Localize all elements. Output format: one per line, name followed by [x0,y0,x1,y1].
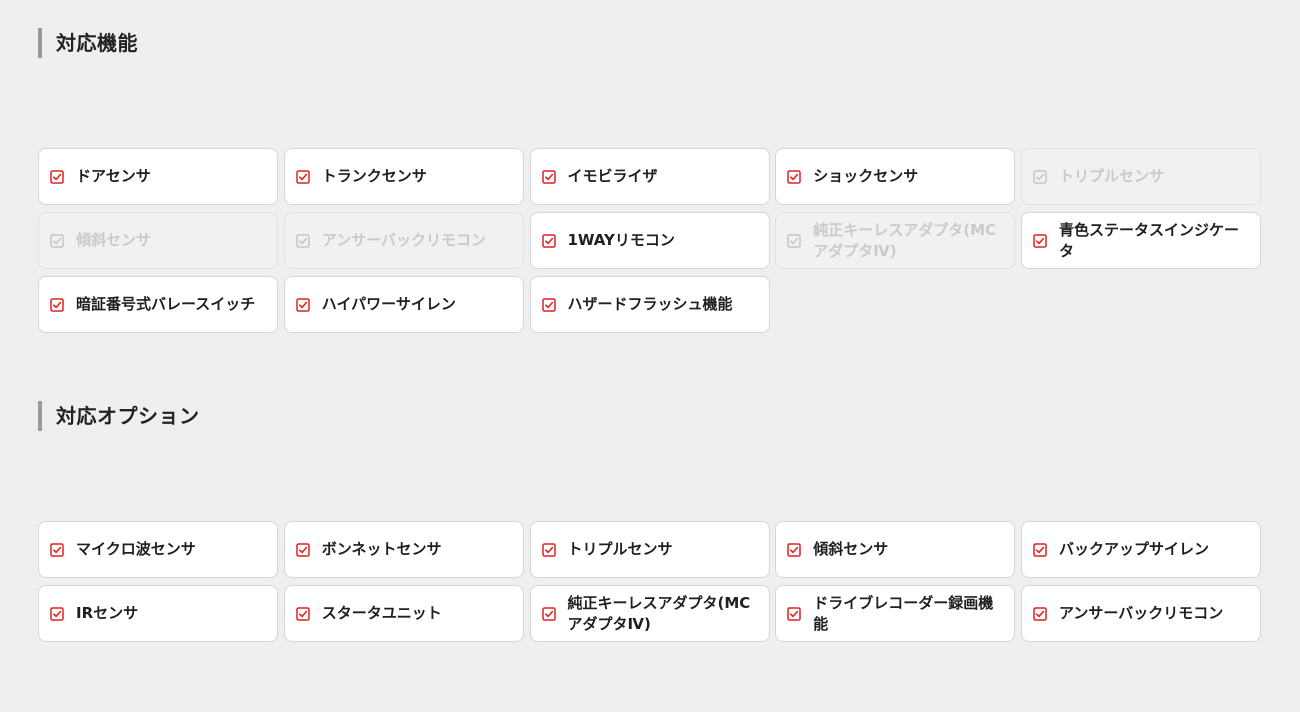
checkbox-icon [296,233,310,248]
feature-label: トランクセンサ [321,167,427,185]
feature-item: アンサーバックリモコン [283,212,524,269]
checkbox-icon [787,233,801,248]
options-grid: マイクロ波センサ ボンネットセンサ トリプルセンサ 傾斜センサ バックアップサイレン IR… [38,521,1261,642]
feature-label: アンサーバックリモコン [1059,604,1224,622]
checkbox-icon [1033,169,1047,184]
feature-label: ボンネットセンサ [321,540,442,558]
feature-label: 暗証番号式バレースイッチ [76,295,256,313]
checkbox-icon[interactable] [296,169,310,184]
feature-label: 1WAYリモコン [567,231,675,249]
section-title-features: 対応機能 [38,28,138,58]
feature-item: トリプルセンサ [1021,148,1261,205]
checkbox-icon[interactable] [1033,606,1047,621]
feature-item: 純正キーレスアダプタ(MCアダプタⅣ) [775,212,1016,269]
feature-label: バックアップサイレン [1059,540,1210,558]
checkbox-icon[interactable] [787,542,801,557]
feature-item[interactable]: トランクセンサ [283,148,524,205]
checkbox-icon[interactable] [50,606,64,621]
checkbox-icon [50,233,64,248]
feature-label: ハザードフラッシュ機能 [567,295,733,313]
checkbox-icon[interactable] [787,169,801,184]
feature-label: 傾斜センサ [813,540,889,558]
feature-label: スタータユニット [321,604,442,622]
feature-item[interactable]: 青色ステータスインジケータ [1021,212,1261,269]
feature-item[interactable]: ドアセンサ [38,148,278,205]
feature-item[interactable]: イモビライザ [529,148,770,205]
feature-item[interactable]: 傾斜センサ [775,521,1016,578]
feature-item[interactable]: スタータユニット [283,585,524,642]
checkbox-icon[interactable] [541,606,556,621]
feature-item[interactable]: ハイパワーサイレン [283,276,524,333]
feature-label: IRセンサ [76,604,139,622]
feature-item[interactable]: バックアップサイレン [1021,521,1261,578]
section-title-options: 対応オプション [38,401,200,431]
feature-item[interactable]: ハザードフラッシュ機能 [529,276,770,333]
feature-label: ショックセンサ [813,167,919,185]
checkbox-icon[interactable] [296,606,310,621]
checkbox-icon[interactable] [296,542,310,557]
feature-label: ドライブレコーダー録画機能 [813,593,994,633]
checkbox-icon[interactable] [50,297,64,312]
features-grid: ドアセンサ トランクセンサ イモビライザ ショックセンサ トリプルセンサ傾斜センサ アンサ… [38,148,1261,333]
checkbox-icon[interactable] [787,606,801,621]
checkbox-icon[interactable] [541,169,556,184]
feature-label: ハイパワーサイレン [321,295,456,313]
feature-item[interactable]: ショックセンサ [775,148,1016,205]
feature-item[interactable]: トリプルセンサ [529,521,770,578]
feature-item[interactable]: 純正キーレスアダプタ(MCアダプタⅣ) [529,585,770,642]
checkbox-icon[interactable] [1033,233,1047,248]
feature-label: アンサーバックリモコン [321,231,487,249]
checkbox-icon[interactable] [1033,542,1047,557]
feature-item: 傾斜センサ [38,212,278,269]
feature-item[interactable]: 暗証番号式バレースイッチ [38,276,278,333]
feature-label: 傾斜センサ [76,231,152,249]
feature-label: ドアセンサ [76,167,151,185]
feature-label: 青色ステータスインジケータ [1059,220,1240,260]
checkbox-icon[interactable] [50,169,64,184]
feature-item[interactable]: ボンネットセンサ [283,521,524,578]
feature-label: 純正キーレスアダプタ(MCアダプタⅣ) [567,593,751,633]
feature-label: トリプルセンサ [567,540,673,558]
feature-label: 純正キーレスアダプタ(MCアダプタⅣ) [813,220,997,260]
feature-item[interactable]: アンサーバックリモコン [1021,585,1261,642]
feature-label: イモビライザ [567,167,658,185]
checkbox-icon[interactable] [541,542,556,557]
feature-item[interactable]: ドライブレコーダー録画機能 [775,585,1016,642]
feature-item[interactable]: 1WAYリモコン [529,212,770,269]
checkbox-icon[interactable] [541,233,556,248]
feature-label: マイクロ波センサ [76,540,196,558]
feature-item[interactable]: マイクロ波センサ [38,521,278,578]
feature-label: トリプルセンサ [1059,167,1165,185]
checkbox-icon[interactable] [296,297,310,312]
checkbox-icon[interactable] [541,297,556,312]
feature-item[interactable]: IRセンサ [38,585,278,642]
checkbox-icon[interactable] [50,542,64,557]
